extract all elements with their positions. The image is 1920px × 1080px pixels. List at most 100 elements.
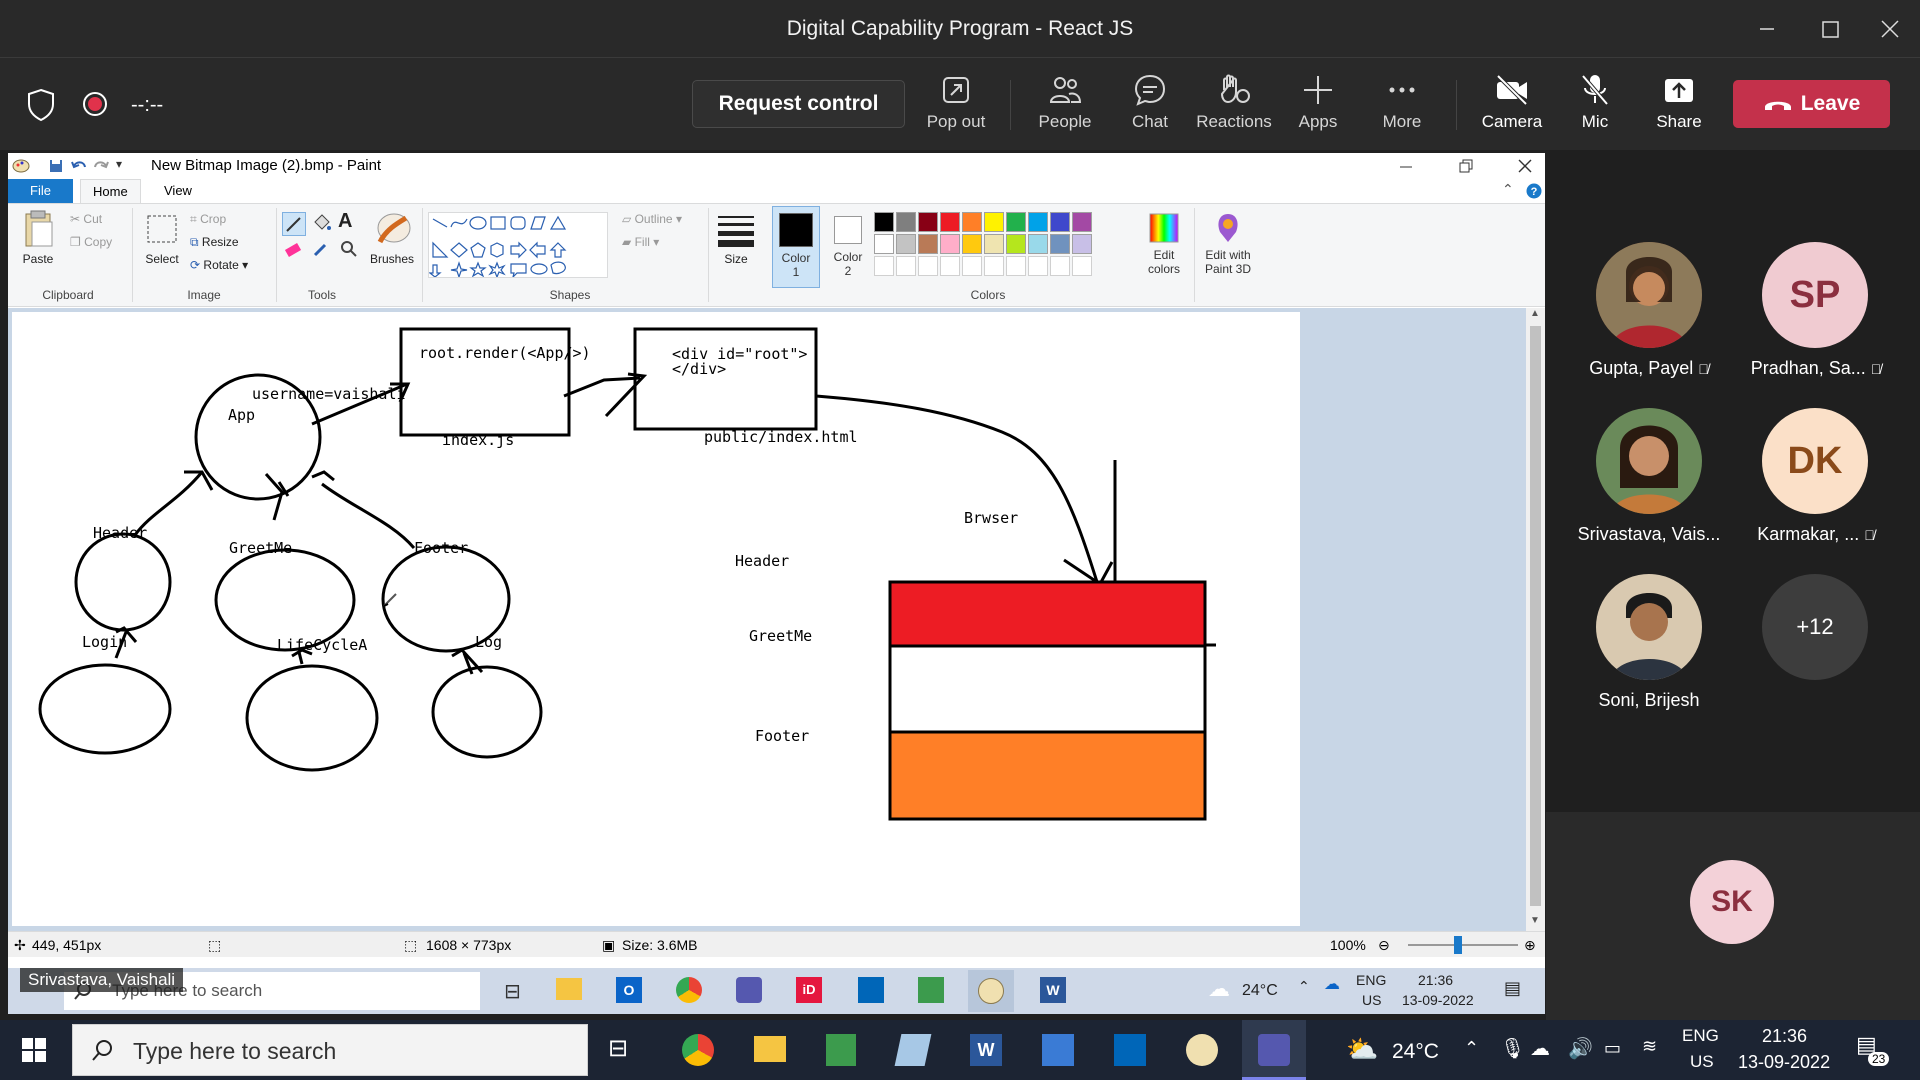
color-swatch[interactable] <box>896 234 916 254</box>
tab-file[interactable]: File <box>8 179 73 203</box>
participant-avatar-photo[interactable] <box>1596 242 1702 348</box>
word-icon[interactable]: W <box>1040 977 1066 1003</box>
select-button[interactable]: Select <box>142 208 182 282</box>
taskbar-lang-1[interactable]: ENG <box>1682 1026 1719 1046</box>
scrollbar-thumb[interactable] <box>1530 326 1541 906</box>
leave-button[interactable]: Leave <box>1733 80 1890 128</box>
task-view-icon[interactable]: ⊟ <box>504 979 521 1004</box>
size-dropdown[interactable]: Size <box>714 208 758 284</box>
color-swatch[interactable] <box>918 234 938 254</box>
chrome-icon[interactable] <box>682 1034 714 1066</box>
task-view-icon[interactable]: ⊟ <box>608 1034 628 1063</box>
custom-color-swatch[interactable] <box>962 256 982 276</box>
color-swatch[interactable] <box>1006 234 1026 254</box>
participant-avatar-photo[interactable] <box>1596 574 1702 680</box>
more-button[interactable]: More <box>1357 72 1447 142</box>
volume-icon[interactable]: 🔊 <box>1568 1036 1593 1061</box>
notepad-icon[interactable] <box>826 1034 856 1066</box>
rotate-button[interactable]: ⟳ Rotate ▾ <box>190 258 248 272</box>
paste-button[interactable]: Paste <box>16 208 60 282</box>
pencil-tool[interactable] <box>282 212 306 236</box>
color-swatch[interactable] <box>1006 212 1026 232</box>
color-swatch[interactable] <box>1072 234 1092 254</box>
collapse-ribbon-icon[interactable]: ⌃ <box>1502 181 1514 198</box>
vscode-icon[interactable] <box>1114 1034 1146 1066</box>
mic-button[interactable]: Mic <box>1550 72 1640 142</box>
color1-button[interactable]: Color 1 <box>772 206 820 288</box>
word-icon[interactable]: W <box>970 1034 1002 1066</box>
apps-button[interactable]: Apps <box>1273 72 1363 142</box>
color-picker-tool[interactable] <box>310 238 334 262</box>
color-swatch[interactable] <box>1050 234 1070 254</box>
magnifier-tool[interactable] <box>338 238 362 262</box>
fill-dropdown[interactable]: ▰ Fill ▾ <box>622 235 659 249</box>
teams-icon[interactable] <box>736 977 762 1003</box>
taskbar-date[interactable]: 13-09-2022 <box>1738 1052 1830 1073</box>
color-swatch[interactable] <box>962 234 982 254</box>
color-swatch[interactable] <box>962 212 982 232</box>
eraser-tool[interactable] <box>282 238 306 262</box>
tray-chevron-icon[interactable]: ⌃ <box>1464 1038 1479 1059</box>
participant-avatar-photo[interactable] <box>1596 408 1702 514</box>
share-button[interactable]: Share <box>1634 72 1724 142</box>
color-swatch[interactable] <box>896 212 916 232</box>
camera-button[interactable]: Camera <box>1467 72 1557 142</box>
chrome-icon[interactable] <box>676 977 702 1003</box>
battery-icon[interactable]: ▭ <box>1604 1038 1621 1059</box>
photos-icon[interactable] <box>1042 1034 1074 1066</box>
shared-notification-icon[interactable]: ▤ <box>1504 978 1521 999</box>
request-control-button[interactable]: Request control <box>692 80 905 128</box>
color-swatch[interactable] <box>1028 234 1048 254</box>
tray-mic-icon[interactable]: 🎙 <box>1500 1036 1525 1061</box>
scroll-down-icon[interactable]: ▼ <box>1530 915 1540 926</box>
drawing-canvas[interactable]: root.render(<App/>) <div id="root"> </di… <box>12 312 1300 926</box>
participant-avatar-initials[interactable]: DK <box>1762 408 1868 514</box>
paint-minimize-icon[interactable] <box>1398 159 1414 175</box>
brushes-button[interactable]: Brushes <box>370 208 414 284</box>
fill-tool[interactable] <box>310 212 334 236</box>
paint-icon[interactable] <box>1186 1034 1218 1066</box>
taskbar-time[interactable]: 21:36 <box>1762 1026 1807 1047</box>
paint-close-icon[interactable] <box>1516 157 1534 175</box>
shapes-gallery[interactable] <box>428 212 608 278</box>
idea-icon[interactable]: iD <box>796 977 822 1003</box>
zoom-slider-thumb[interactable] <box>1454 936 1462 954</box>
color-swatch[interactable] <box>1050 212 1070 232</box>
color-swatch[interactable] <box>1028 212 1048 232</box>
color-swatch[interactable] <box>940 234 960 254</box>
resize-button[interactable]: ⧉ Resize <box>190 235 239 250</box>
tray-chevron-icon[interactable]: ⌃ <box>1298 978 1310 995</box>
color-swatch[interactable] <box>984 234 1004 254</box>
quick-access-dropdown-icon[interactable]: ▾ <box>116 157 122 171</box>
green-app-icon[interactable] <box>918 977 944 1003</box>
text-tool-icon[interactable]: A <box>338 210 352 233</box>
taskbar-search-box[interactable]: Type here to search <box>72 1024 588 1076</box>
custom-color-swatch[interactable] <box>940 256 960 276</box>
reactions-button[interactable]: Reactions <box>1189 72 1279 142</box>
color-swatch[interactable] <box>918 212 938 232</box>
tab-view[interactable]: View <box>152 179 204 203</box>
zoom-out-icon[interactable]: ⊖ <box>1378 937 1390 954</box>
outline-dropdown[interactable]: ▱ Outline ▾ <box>622 212 682 226</box>
custom-color-swatch[interactable] <box>874 256 894 276</box>
teams-taskbar-button[interactable] <box>1242 1020 1306 1080</box>
copy-button[interactable]: ❐ Copy <box>70 235 112 249</box>
custom-color-swatch[interactable] <box>1050 256 1070 276</box>
zoom-in-icon[interactable]: ⊕ <box>1524 937 1536 954</box>
more-participants-button[interactable]: +12 <box>1762 574 1868 680</box>
file-explorer-icon[interactable] <box>556 978 582 1000</box>
color-swatch[interactable] <box>874 212 894 232</box>
maximize-button[interactable] <box>1815 14 1845 44</box>
scroll-up-icon[interactable]: ▲ <box>1530 308 1540 319</box>
onenote-app-icon[interactable] <box>894 1034 932 1066</box>
color2-button[interactable]: Color 2 <box>824 206 872 288</box>
paint-taskbar-button[interactable] <box>968 970 1014 1012</box>
custom-color-swatch[interactable] <box>1028 256 1048 276</box>
color-swatch[interactable] <box>940 212 960 232</box>
edit-colors-button[interactable]: Edit colors <box>1140 206 1188 288</box>
wifi-icon[interactable]: ≋ <box>1642 1036 1657 1057</box>
outlook-icon[interactable]: O <box>616 977 642 1003</box>
custom-color-swatch[interactable] <box>918 256 938 276</box>
crop-button[interactable]: ⌗ Crop <box>190 212 226 227</box>
participant-avatar-initials[interactable]: SP <box>1762 242 1868 348</box>
